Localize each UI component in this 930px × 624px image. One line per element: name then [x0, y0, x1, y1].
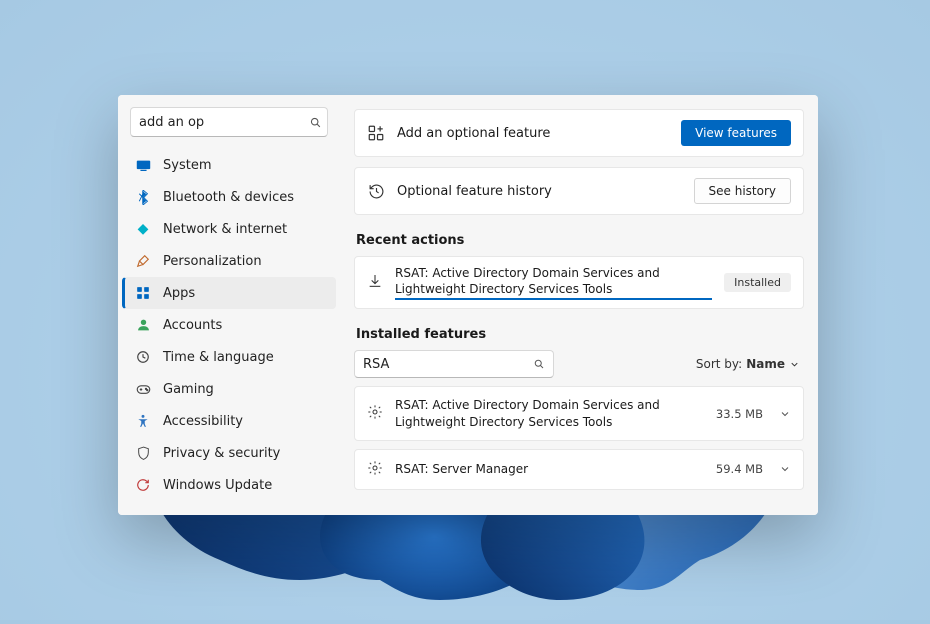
- access-icon: [135, 413, 151, 429]
- game-icon: [135, 381, 151, 397]
- sort-by-dropdown[interactable]: Sort by: Name: [696, 357, 804, 371]
- installed-features-heading: Installed features: [356, 327, 804, 342]
- settings-window: System Bluetooth & devices ◆ Network & inte…: [118, 95, 818, 515]
- recent-action-item: RSAT: Active Directory Domain Services a…: [354, 256, 804, 309]
- sidebar-item-accounts[interactable]: Accounts: [118, 309, 340, 341]
- sidebar-item-bluetooth-devices[interactable]: Bluetooth & devices: [118, 181, 340, 213]
- status-badge: Installed: [724, 273, 791, 292]
- chevron-down-icon: [789, 359, 800, 370]
- download-icon: [367, 273, 383, 293]
- sidebar-item-label: Time & language: [163, 350, 274, 365]
- sidebar-item-privacy-security[interactable]: Privacy & security: [118, 437, 340, 469]
- feature-size: 59.4 MB: [716, 462, 763, 476]
- gear-icon: [367, 460, 383, 479]
- sidebar-item-label: Personalization: [163, 254, 262, 269]
- history-label: Optional feature history: [397, 184, 682, 199]
- brush-icon: [135, 253, 151, 269]
- sidebar-item-label: Gaming: [163, 382, 214, 397]
- sidebar-item-label: Network & internet: [163, 222, 287, 237]
- recent-action-name: RSAT: Active Directory Domain Services a…: [395, 265, 712, 300]
- installed-filter-input[interactable]: [354, 350, 554, 378]
- sidebar-item-time-language[interactable]: Time & language: [118, 341, 340, 373]
- chevron-down-icon[interactable]: [779, 463, 791, 475]
- sidebar-item-personalization[interactable]: Personalization: [118, 245, 340, 277]
- history-icon: [367, 183, 385, 200]
- sidebar-item-label: Windows Update: [163, 478, 272, 493]
- sidebar: System Bluetooth & devices ◆ Network & inte…: [118, 95, 340, 515]
- bluetooth-icon: [135, 189, 151, 205]
- gear-icon: [367, 404, 383, 423]
- clock-icon: [135, 349, 151, 365]
- sidebar-item-label: Apps: [163, 286, 195, 301]
- update-icon: [135, 477, 151, 493]
- sidebar-item-gaming[interactable]: Gaming: [118, 373, 340, 405]
- search-icon: [309, 116, 322, 129]
- installed-feature-item[interactable]: RSAT: Active Directory Domain Services a…: [354, 386, 804, 440]
- settings-search-input[interactable]: [130, 107, 328, 137]
- add-feature-label: Add an optional feature: [397, 126, 669, 141]
- person-icon: [135, 317, 151, 333]
- sidebar-item-system[interactable]: System: [118, 149, 340, 181]
- feature-name: RSAT: Active Directory Domain Services a…: [395, 397, 704, 429]
- system-icon: [135, 157, 151, 173]
- add-optional-feature-card: Add an optional feature View features: [354, 109, 804, 157]
- feature-size: 33.5 MB: [716, 407, 763, 421]
- sidebar-item-label: Bluetooth & devices: [163, 190, 294, 205]
- wifi-icon: ◆: [135, 221, 151, 237]
- feature-name: RSAT: Server Manager: [395, 461, 704, 477]
- sidebar-item-network-internet[interactable]: ◆ Network & internet: [118, 213, 340, 245]
- feature-history-card: Optional feature history See history: [354, 167, 804, 215]
- sidebar-item-windows-update[interactable]: Windows Update: [118, 469, 340, 501]
- sidebar-item-label: Accessibility: [163, 414, 243, 429]
- see-history-button[interactable]: See history: [694, 178, 791, 204]
- sidebar-item-accessibility[interactable]: Accessibility: [118, 405, 340, 437]
- installed-feature-item[interactable]: RSAT: Server Manager 59.4 MB: [354, 449, 804, 490]
- sidebar-item-label: Privacy & security: [163, 446, 280, 461]
- search-icon: [533, 358, 545, 370]
- sidebar-item-label: System: [163, 158, 211, 173]
- chevron-down-icon[interactable]: [779, 408, 791, 420]
- main-pane: Add an optional feature View features Op…: [340, 95, 818, 515]
- add-feature-icon: [367, 124, 385, 142]
- shield-icon: [135, 445, 151, 461]
- sidebar-item-label: Accounts: [163, 318, 222, 333]
- sidebar-item-apps[interactable]: Apps: [122, 277, 336, 309]
- view-features-button[interactable]: View features: [681, 120, 791, 146]
- recent-actions-heading: Recent actions: [356, 233, 804, 248]
- apps-icon: [135, 285, 151, 301]
